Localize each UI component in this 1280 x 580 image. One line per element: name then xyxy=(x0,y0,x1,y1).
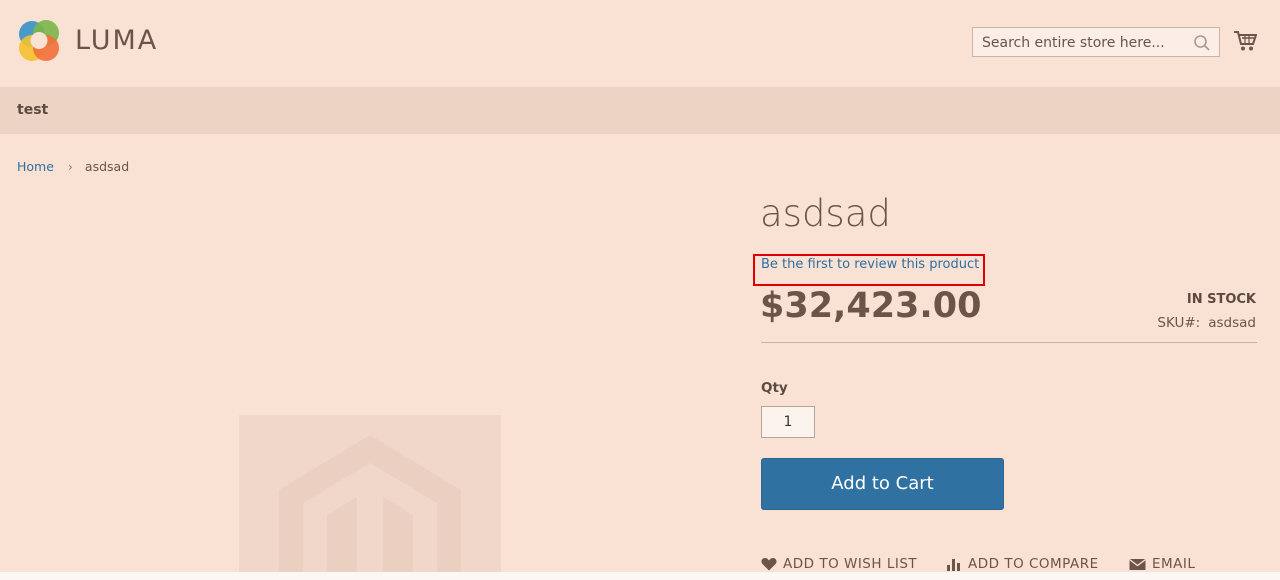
sku-value: asdsad xyxy=(1208,315,1256,331)
heart-icon xyxy=(761,558,777,571)
main-navigation: test xyxy=(0,87,1280,134)
magento-placeholder-icon xyxy=(279,435,461,580)
luma-logo-icon xyxy=(19,20,59,61)
search-input[interactable]: Search entire store here... xyxy=(972,27,1220,57)
cart-icon[interactable] xyxy=(1233,30,1257,52)
page-bottom-edge xyxy=(0,572,1280,580)
qty-label: Qty xyxy=(761,380,788,396)
add-to-cart-button[interactable]: Add to Cart xyxy=(761,458,1004,510)
breadcrumb-current: asdsad xyxy=(84,159,130,174)
logo-text: LUMA xyxy=(75,25,159,56)
breadcrumb: Home › asdsad xyxy=(17,159,129,174)
product-title: asdsad xyxy=(760,192,891,235)
highlight-box xyxy=(753,254,985,286)
stock-status: IN STOCK xyxy=(1186,292,1256,307)
compare-label: ADD TO COMPARE xyxy=(968,556,1099,572)
envelope-icon xyxy=(1129,558,1146,570)
divider xyxy=(761,342,1257,343)
product-price: $32,423.00 xyxy=(760,286,982,326)
wishlist-label: ADD TO WISH LIST xyxy=(783,556,918,572)
add-to-wishlist-link[interactable]: ADD TO WISH LIST xyxy=(761,556,917,572)
product-image-placeholder xyxy=(239,415,501,580)
email-label: EMAIL xyxy=(1152,556,1196,572)
email-link[interactable]: EMAIL xyxy=(1129,556,1195,572)
chevron-right-icon: › xyxy=(67,159,73,174)
nav-item-test[interactable]: test xyxy=(17,102,48,118)
qty-input[interactable]: 1 xyxy=(761,406,815,438)
store-logo[interactable]: LUMA xyxy=(17,18,158,63)
site-header: LUMA Search entire store here... xyxy=(0,0,1280,87)
search-icon[interactable] xyxy=(1193,34,1211,52)
breadcrumb-home-link[interactable]: Home xyxy=(17,159,54,174)
sku-label: SKU#: xyxy=(1157,315,1201,331)
search-placeholder: Search entire store here... xyxy=(982,35,1165,51)
compare-icon xyxy=(947,559,960,571)
add-to-compare-link[interactable]: ADD TO COMPARE xyxy=(946,556,1099,572)
product-sku: SKU#: asdsad xyxy=(1157,315,1256,331)
